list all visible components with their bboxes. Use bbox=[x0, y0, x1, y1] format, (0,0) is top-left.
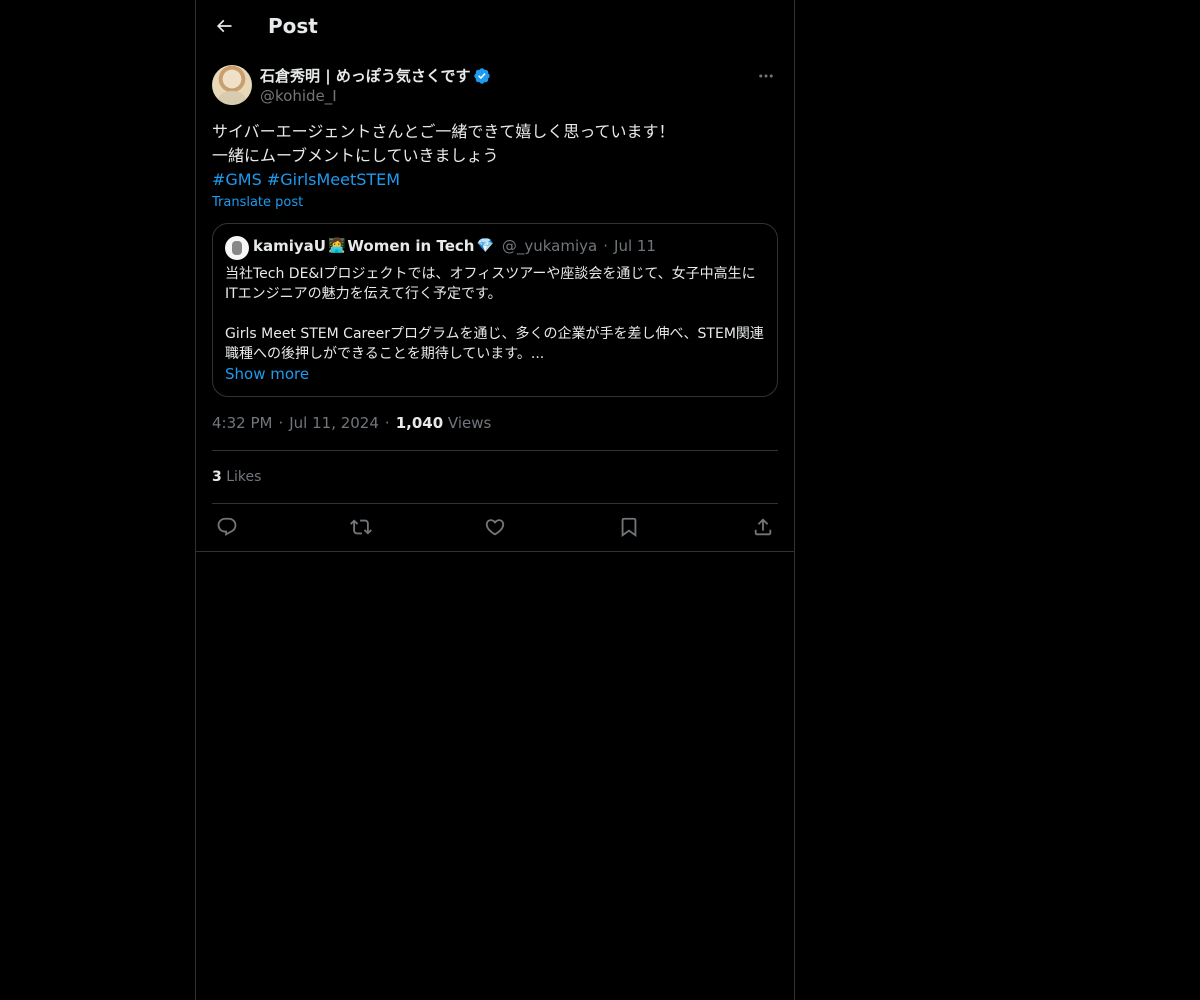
gem-emoji-icon: 💎 bbox=[476, 238, 494, 254]
share-button[interactable] bbox=[748, 514, 778, 540]
hashtag-row: #GMS #GirlsMeetSTEM bbox=[212, 168, 778, 192]
separator-dot: · bbox=[384, 414, 390, 432]
separator-dot: · bbox=[278, 414, 284, 432]
quoted-post-header: kamiyaU 👩‍💻 Women in Tech 💎 @_yukamiya ·… bbox=[253, 237, 656, 255]
technologist-emoji-icon: 👩‍💻 bbox=[327, 238, 346, 254]
author-name[interactable]: 石倉秀明 | めっぽう気さくです bbox=[260, 65, 470, 86]
verified-badge-icon[interactable] bbox=[473, 67, 491, 85]
quoted-author-name[interactable]: kamiyaU bbox=[253, 237, 326, 255]
action-bar bbox=[212, 514, 778, 540]
quoted-post[interactable]: kamiyaU 👩‍💻 Women in Tech 💎 @_yukamiya ·… bbox=[212, 223, 778, 397]
likes-label: Likes bbox=[226, 469, 262, 485]
quoted-author-handle[interactable]: @_yukamiya bbox=[502, 237, 597, 255]
hashtag-link[interactable]: #GMS bbox=[212, 170, 262, 189]
repost-icon bbox=[350, 516, 372, 538]
post-metadata: 4:32 PM · Jul 11, 2024 · 1,040 Views bbox=[212, 414, 491, 432]
divider bbox=[212, 450, 778, 451]
bookmark-button[interactable] bbox=[614, 514, 644, 540]
translate-post-link[interactable]: Translate post bbox=[212, 195, 303, 210]
bookmark-icon bbox=[618, 516, 640, 538]
page-header: Post bbox=[196, 0, 794, 53]
likes-count: 3 bbox=[212, 469, 222, 485]
post-time[interactable]: 4:32 PM bbox=[212, 414, 272, 432]
share-icon bbox=[752, 516, 774, 538]
post-date[interactable]: Jul 11, 2024 bbox=[289, 414, 379, 432]
post-text-line: サイバーエージェントさんとご一緒できて嬉しく思っています！ bbox=[212, 122, 675, 141]
quoted-author-name-suffix[interactable]: Women in Tech bbox=[347, 237, 474, 255]
hashtag-link[interactable]: #GirlsMeetSTEM bbox=[267, 170, 400, 189]
quoted-post-text: 当社Tech DE&Iプロジェクトでは、オフィスツアーや座談会を通じて、女子中高… bbox=[225, 264, 765, 364]
more-horizontal-icon bbox=[757, 67, 775, 85]
quoted-post-date[interactable]: Jul 11 bbox=[614, 237, 656, 255]
quoted-paragraph: Girls Meet STEM Careerプログラムを通じ、多くの企業が手を差… bbox=[225, 326, 764, 362]
author-name-row[interactable]: 石倉秀明 | めっぽう気さくです bbox=[260, 65, 491, 86]
back-button[interactable] bbox=[208, 10, 240, 42]
quoted-paragraph: 当社Tech DE&Iプロジェクトでは、オフィスツアーや座談会を通じて、女子中高… bbox=[225, 266, 756, 302]
separator-dot: · bbox=[603, 237, 609, 255]
reply-icon bbox=[216, 516, 238, 538]
repost-button[interactable] bbox=[346, 514, 376, 540]
divider bbox=[212, 503, 778, 504]
arrow-left-icon bbox=[214, 16, 234, 36]
post-text-line: 一緒にムーブメントにしていきましょう bbox=[212, 146, 499, 165]
more-button[interactable] bbox=[754, 64, 778, 88]
post-text: サイバーエージェントさんとご一緒できて嬉しく思っています！ 一緒にムーブメントに… bbox=[212, 120, 778, 192]
page-title: Post bbox=[268, 14, 318, 38]
quoted-author-avatar[interactable] bbox=[225, 236, 249, 260]
heart-icon bbox=[484, 516, 506, 538]
reply-button[interactable] bbox=[212, 514, 242, 540]
like-button[interactable] bbox=[480, 514, 510, 540]
author-avatar[interactable] bbox=[212, 65, 252, 105]
author-handle[interactable]: @kohide_I bbox=[260, 87, 337, 105]
primary-column: Post 石倉秀明 | めっぽう気さくです @kohide_I サイバーエージェ… bbox=[195, 0, 795, 1000]
views-label: Views bbox=[447, 414, 492, 432]
views-count: 1,040 bbox=[395, 414, 444, 432]
show-more-link[interactable]: Show more bbox=[225, 365, 309, 383]
likes-link[interactable]: 3 Likes bbox=[212, 469, 261, 485]
divider bbox=[196, 551, 794, 552]
